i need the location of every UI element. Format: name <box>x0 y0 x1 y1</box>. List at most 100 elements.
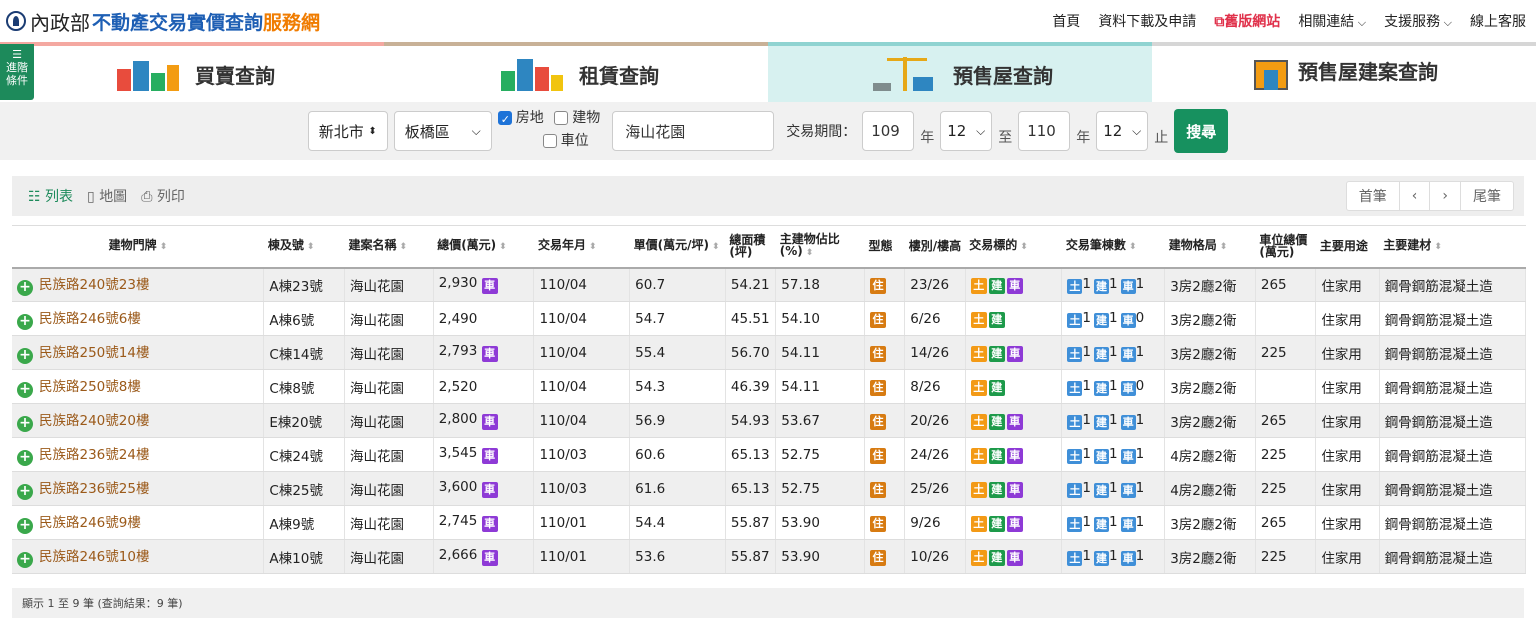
address-text[interactable]: 民族路246號10樓 <box>39 549 149 565</box>
address-text[interactable]: 民族路236號24樓 <box>39 447 149 463</box>
column-header[interactable]: 建物門牌 ⬍ <box>12 225 264 269</box>
nav-download[interactable]: 資料下載及申請 <box>1098 11 1196 31</box>
column-header[interactable]: 主建物佔比(%) ⬍ <box>775 225 865 269</box>
prev-page-button[interactable]: ‹ <box>1398 182 1430 210</box>
address-text[interactable]: 民族路246號6樓 <box>39 311 141 327</box>
address-cell[interactable]: + 民族路250號8樓 <box>12 369 265 404</box>
expand-plus-icon[interactable]: + <box>17 416 33 432</box>
project-cell: 海山花園 <box>344 403 434 438</box>
district-select[interactable]: 板橋區 ⌵ <box>393 111 492 151</box>
address-text[interactable]: 民族路240號23樓 <box>39 277 149 293</box>
view-map-button[interactable]: ▯ 地圖 <box>87 186 127 206</box>
count-cell: 土1建1車1 <box>1061 437 1166 472</box>
unit-price-cell: 54.7 <box>629 301 726 336</box>
tab-presale-project[interactable]: 預售屋建案查詢 <box>1152 42 1536 102</box>
address-cell[interactable]: + 民族路240號20樓 <box>12 403 265 438</box>
building-badge: 建 <box>988 448 1005 464</box>
address-text[interactable]: 民族路250號14樓 <box>39 345 149 361</box>
count-badge: 車 <box>1120 550 1136 566</box>
area-cell: 54.21 <box>725 267 777 302</box>
expand-plus-icon[interactable]: + <box>17 280 33 297</box>
search-button[interactable]: 搜尋 <box>1174 109 1229 153</box>
project-building-icon <box>1250 56 1292 90</box>
advanced-filter-button[interactable]: ☰ 進階 條件 <box>0 44 34 100</box>
target-cell: 土建 <box>965 369 1063 404</box>
column-header[interactable]: 棟及號 ⬍ <box>263 225 345 269</box>
layout-cell: 3房2廳2衛 <box>1164 335 1256 370</box>
column-header[interactable]: 建物格局 ⬍ <box>1164 225 1256 269</box>
layout-cell: 3房2廳2衛 <box>1164 505 1256 540</box>
land-badge: 土 <box>970 414 987 430</box>
view-list-button[interactable]: ☷ 列表 <box>28 186 73 206</box>
count-badge: 車 <box>1120 312 1136 328</box>
address-cell[interactable]: + 民族路240號23樓 <box>12 267 265 302</box>
nav-home[interactable]: 首頁 <box>1052 11 1080 31</box>
column-header[interactable]: 單價(萬元/坪) ⬍ <box>629 225 726 269</box>
from-month-select[interactable]: 12 ⌵ <box>940 111 993 151</box>
parking-badge: 車 <box>1006 414 1023 430</box>
site-logo[interactable]: 內政部 不動產交易實價查詢 服務網 <box>6 7 320 36</box>
expand-plus-icon[interactable]: + <box>17 382 33 398</box>
print-button[interactable]: ⎙ 列印 <box>141 186 185 206</box>
unit-cell: A棟10號 <box>263 539 346 574</box>
column-header[interactable]: 主要建材 ⬍ <box>1379 225 1526 269</box>
checkbox-parking[interactable]: 車位 <box>542 131 589 151</box>
use-cell: 住家用 <box>1315 505 1380 540</box>
expand-plus-icon[interactable]: + <box>17 552 33 568</box>
expand-plus-icon[interactable]: + <box>17 518 33 534</box>
ratio-cell: 54.10 <box>775 301 865 336</box>
project-cell: 海山花園 <box>344 505 434 540</box>
count-value: 1 <box>1082 411 1092 428</box>
next-page-button[interactable]: › <box>1429 182 1460 210</box>
address-cell[interactable]: + 民族路246號6樓 <box>12 301 265 336</box>
building-badge: 建 <box>988 414 1005 430</box>
date-cell: 110/01 <box>533 505 631 540</box>
column-header[interactable]: 交易標的 ⬍ <box>965 225 1062 269</box>
address-text[interactable]: 民族路240號20樓 <box>39 413 149 429</box>
expand-plus-icon[interactable]: + <box>17 450 33 466</box>
column-header[interactable]: 交易筆棟數 ⬍ <box>1061 225 1165 269</box>
price-cell: 3,600 車 <box>433 471 535 506</box>
checkbox-building[interactable]: 建物 <box>554 108 600 128</box>
column-header-label: 樓別/樓高 <box>908 239 962 254</box>
nav-old-site[interactable]: ⧉舊版網站 <box>1214 11 1280 31</box>
count-badge: 土 <box>1067 346 1083 362</box>
column-header[interactable]: 總價(萬元) ⬍ <box>433 225 534 269</box>
address-text[interactable]: 民族路246號9樓 <box>39 515 141 531</box>
address-cell[interactable]: + 民族路236號24樓 <box>12 437 265 472</box>
expand-plus-icon[interactable]: + <box>17 314 33 330</box>
to-year-input[interactable]: 110 <box>1018 111 1071 151</box>
nav-support[interactable]: 支援服務 <box>1384 11 1452 31</box>
city-select[interactable]: 新北市 ⬍ <box>307 111 388 151</box>
address-text[interactable]: 民族路250號8樓 <box>39 379 141 395</box>
address-cell[interactable]: + 民族路246號10樓 <box>12 539 265 574</box>
expand-plus-icon[interactable]: + <box>17 484 33 500</box>
car-price-cell: 225 <box>1255 437 1317 472</box>
count-cell: 土1建1車1 <box>1061 403 1166 438</box>
count-value: 1 <box>1135 479 1145 496</box>
tab-sale[interactable]: 買賣查詢 <box>0 42 384 102</box>
nav-online-service[interactable]: 線上客服 <box>1470 11 1526 31</box>
table-row: + 民族路250號8樓 C棟8號 海山花園 2,520 110/04 54.3 46.39 54… <box>12 369 1527 404</box>
unit-price-cell: 56.9 <box>629 403 726 438</box>
tab-presale[interactable]: 預售屋查詢 <box>768 42 1152 102</box>
keyword-input[interactable]: 海山花園 <box>612 111 775 151</box>
column-header[interactable]: 交易年月 ⬍ <box>533 225 630 269</box>
last-page-button[interactable]: 尾筆 <box>1460 182 1513 210</box>
from-year-input[interactable]: 109 <box>862 111 915 151</box>
checkbox-land-building[interactable]: 房地 <box>497 108 544 130</box>
address-text[interactable]: 民族路236號25樓 <box>39 481 149 497</box>
table-row: + 民族路246號9樓 A棟9號 海山花園 2,745 車 110/01 54.4 55.87… <box>12 505 1527 540</box>
address-cell[interactable]: + 民族路250號14樓 <box>12 335 265 370</box>
nav-links[interactable]: 相關連結 <box>1298 11 1366 31</box>
count-badge: 建 <box>1094 516 1110 532</box>
price-text: 3,545 <box>438 445 478 461</box>
expand-plus-icon[interactable]: + <box>17 348 33 364</box>
to-month-select[interactable]: 12 ⌵ <box>1096 111 1149 151</box>
first-page-button[interactable]: 首筆 <box>1347 182 1399 210</box>
address-cell[interactable]: + 民族路236號25樓 <box>12 471 265 506</box>
count-value: 1 <box>1109 275 1118 292</box>
column-header[interactable]: 建案名稱 ⬍ <box>344 225 434 269</box>
tab-rent[interactable]: 租賃查詢 <box>384 42 768 102</box>
address-cell[interactable]: + 民族路246號9樓 <box>12 505 265 540</box>
